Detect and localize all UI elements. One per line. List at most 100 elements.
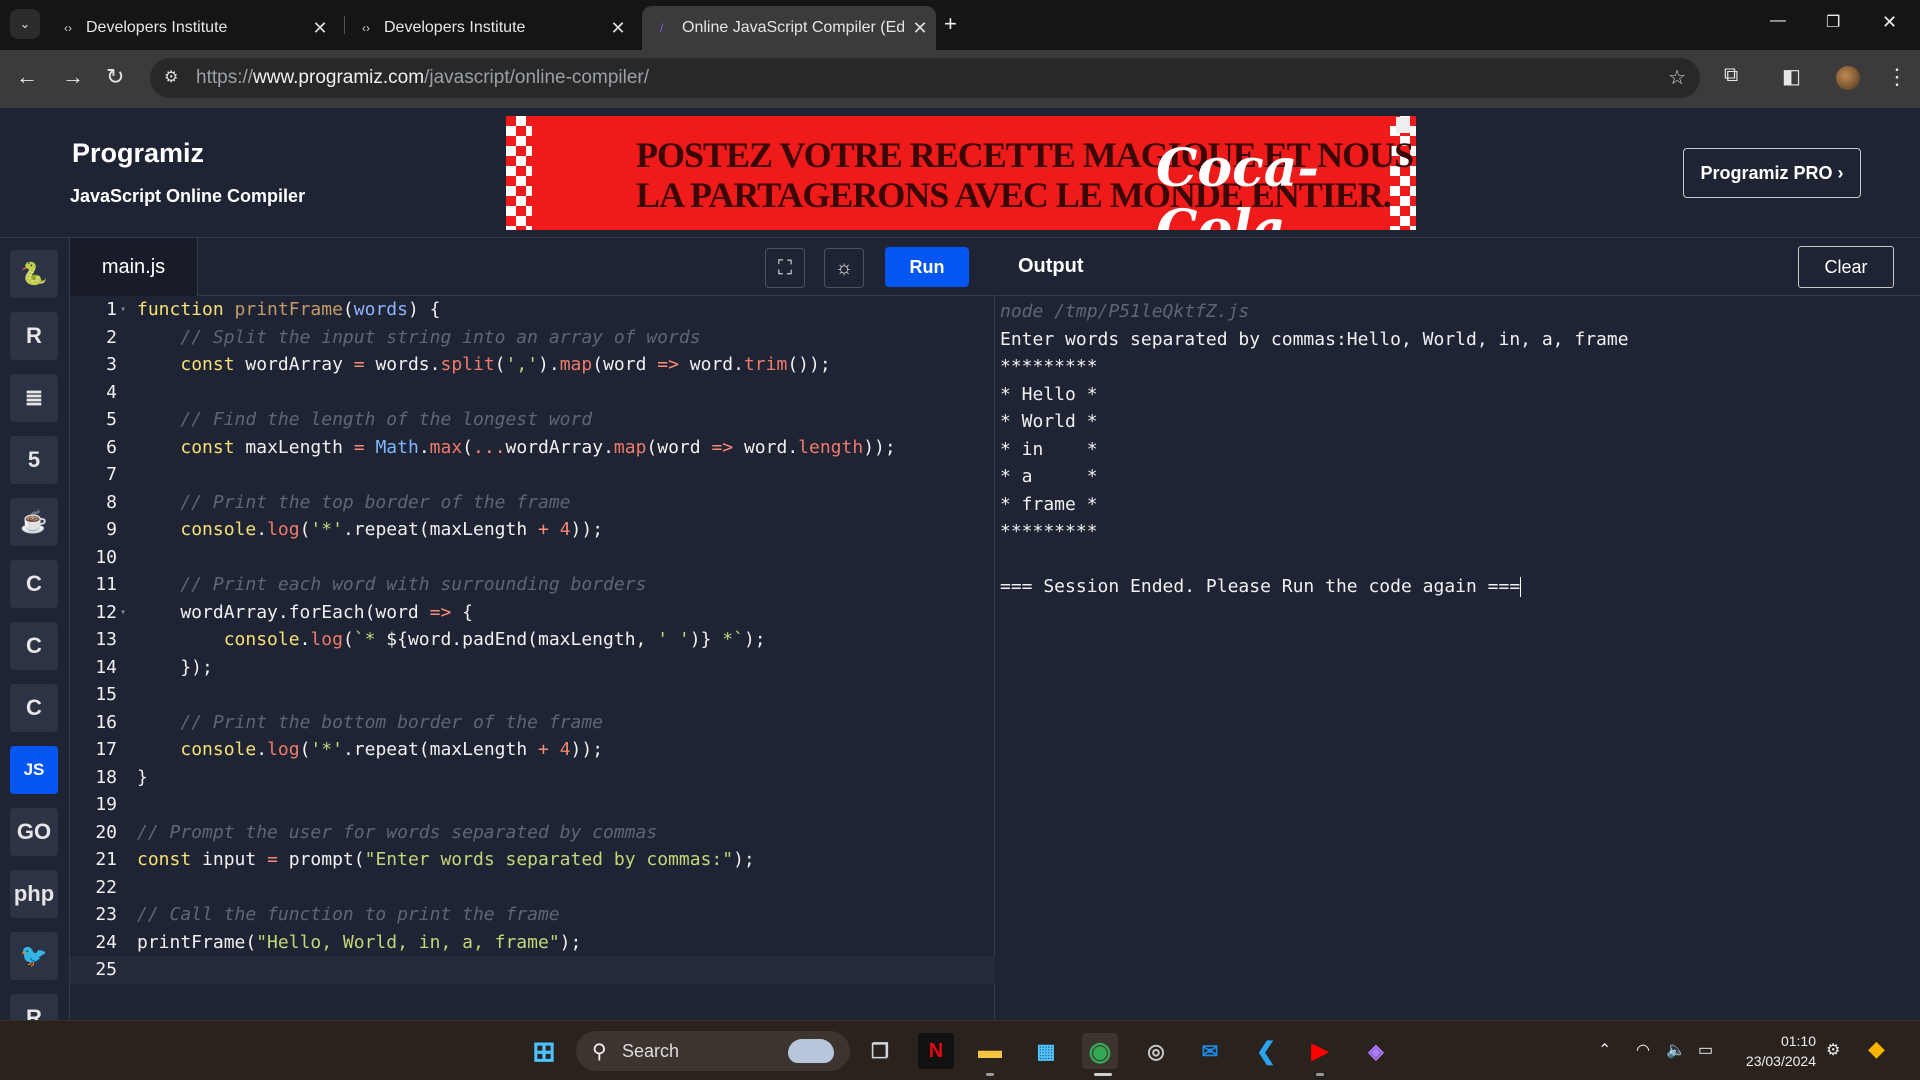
youtube-icon[interactable]: ▶ bbox=[1302, 1033, 1338, 1069]
app-icon[interactable]: ◈ bbox=[1358, 1033, 1394, 1069]
go-icon[interactable]: GO bbox=[10, 808, 58, 856]
notifications-icon[interactable]: ⚙ bbox=[1826, 1040, 1840, 1060]
code-line[interactable]: 9 console.log('*'.repeat(maxLength + 4))… bbox=[70, 516, 995, 544]
taskbar-search[interactable]: ⚲ Search bbox=[576, 1031, 850, 1071]
clock-time: 01:10 bbox=[1780, 1033, 1816, 1049]
programiz-favicon-icon: / bbox=[660, 21, 664, 35]
code-line[interactable]: 21 const input = prompt("Enter words sepa… bbox=[70, 846, 995, 874]
profile-avatar[interactable] bbox=[1836, 66, 1860, 90]
forward-icon[interactable]: → bbox=[62, 64, 84, 90]
address-bar[interactable]: ⚙ https://www.programiz.com/javascript/o… bbox=[150, 58, 1700, 98]
code-line[interactable]: 23 // Call the function to print the fram… bbox=[70, 901, 995, 929]
programiz-pro-button[interactable]: Programiz PRO › bbox=[1683, 148, 1861, 198]
bookmark-star-icon[interactable]: ☆ bbox=[1668, 65, 1686, 90]
chrome-icon[interactable]: ◉ bbox=[1082, 1033, 1118, 1069]
output-line: node /tmp/P51leQktfZ.js bbox=[1000, 301, 1250, 322]
code-line[interactable]: 22 bbox=[70, 874, 995, 902]
code-line[interactable]: 14 }); bbox=[70, 654, 995, 682]
code-line[interactable]: 18} bbox=[70, 764, 995, 792]
run-button[interactable]: Run bbox=[885, 247, 969, 287]
java-icon[interactable]: ☕ bbox=[10, 498, 58, 546]
output-line: === Session Ended. Please Run the code a… bbox=[1000, 576, 1522, 597]
rust-icon[interactable]: R bbox=[10, 994, 58, 1020]
code-line[interactable]: 3 const wordArray = words.split(',').map… bbox=[70, 351, 995, 379]
reload-icon[interactable]: ↻ bbox=[106, 64, 124, 90]
code-line[interactable]: 1 ▾ function printFrame(words) { bbox=[70, 296, 995, 324]
code-line[interactable]: 25 bbox=[70, 956, 995, 984]
side-panel-icon[interactable]: ◧ bbox=[1782, 64, 1801, 89]
code-line[interactable]: 8 // Print the top border of the frame bbox=[70, 489, 995, 517]
extensions-icon[interactable]: ⧉ bbox=[1724, 64, 1738, 87]
code-line[interactable]: 17 console.log('*'.repeat(maxLength + 4)… bbox=[70, 736, 995, 764]
javascript-icon[interactable]: JS bbox=[10, 746, 58, 794]
line-number: 8 bbox=[106, 491, 117, 513]
wifi-icon[interactable]: ◠ bbox=[1636, 1040, 1650, 1060]
page-subtitle: JavaScript Online Compiler bbox=[70, 186, 306, 206]
minimize-icon[interactable]: — bbox=[1770, 12, 1786, 30]
volume-icon[interactable]: 🔈 bbox=[1666, 1040, 1686, 1060]
output-console[interactable]: node /tmp/P51leQktfZ.js Enter words separ… bbox=[996, 296, 1920, 1020]
close-tab-icon[interactable]: ✕ bbox=[602, 18, 634, 39]
browser-tab-3-active[interactable]: / Online JavaScript Compiler (Edi ✕ bbox=[642, 6, 936, 50]
code-line[interactable]: 12 ▾ wordArray.forEach(word => { bbox=[70, 599, 995, 627]
code-line[interactable]: 19 bbox=[70, 791, 995, 819]
code-line[interactable]: 6 const maxLength = Math.max(...wordArra… bbox=[70, 434, 995, 462]
code-line[interactable]: 20 // Prompt the user for words separated… bbox=[70, 819, 995, 847]
close-tab-icon[interactable]: ✕ bbox=[904, 18, 936, 39]
site-info-icon[interactable]: ⚙ bbox=[164, 67, 178, 87]
code-line[interactable]: 11 // Print each word with surrounding b… bbox=[70, 571, 995, 599]
copilot-icon[interactable]: ◆ bbox=[1868, 1036, 1885, 1062]
swift-icon[interactable]: 🐦 bbox=[10, 932, 58, 980]
more-menu-icon[interactable]: ⋮ bbox=[1886, 64, 1908, 90]
clear-button[interactable]: Clear bbox=[1798, 246, 1894, 288]
file-explorer-icon[interactable]: ▬ bbox=[972, 1033, 1008, 1069]
c-icon[interactable]: C bbox=[10, 560, 58, 608]
code-line[interactable]: 4 bbox=[70, 379, 995, 407]
cpp-icon[interactable]: C bbox=[10, 622, 58, 670]
chevron-up-icon[interactable]: ⌃ bbox=[1598, 1040, 1611, 1060]
close-tab-icon[interactable]: ✕ bbox=[304, 18, 336, 39]
line-number: 22 bbox=[95, 876, 117, 898]
programiz-logo[interactable]: Programiz bbox=[72, 138, 204, 169]
php-icon[interactable]: php bbox=[10, 870, 58, 918]
browser-tab-2[interactable]: ‹› Developers Institute ✕ bbox=[344, 6, 634, 50]
ad-close-icon[interactable] bbox=[1396, 117, 1410, 133]
windows-start-icon[interactable]: ⊞ bbox=[526, 1033, 562, 1069]
advertisement-banner[interactable]: POSTEZ VOTRE RECETTE MAGIQUE ET NOUS LA … bbox=[506, 116, 1416, 230]
back-icon[interactable]: ← bbox=[16, 64, 38, 90]
code-line[interactable]: 13 console.log(`* ${word.padEnd(maxLengt… bbox=[70, 626, 995, 654]
taskbar-clock[interactable]: 01:10 23/03/2024 bbox=[1736, 1031, 1816, 1071]
obs-icon[interactable]: ◎ bbox=[1138, 1033, 1174, 1069]
microsoft-store-icon[interactable]: ▦ bbox=[1028, 1033, 1064, 1069]
code-line[interactable]: 2 // Split the input string into an arra… bbox=[70, 324, 995, 352]
outlook-icon[interactable]: ✉ bbox=[1192, 1033, 1228, 1069]
fold-arrow-icon[interactable]: ▾ bbox=[120, 599, 126, 627]
new-tab-icon[interactable]: + bbox=[944, 11, 957, 37]
fold-arrow-icon[interactable]: ▾ bbox=[120, 296, 126, 324]
sql-icon[interactable]: ≣ bbox=[10, 374, 58, 422]
browser-tab-1[interactable]: ‹› Developers Institute ✕ bbox=[46, 6, 336, 50]
code-line[interactable]: 15 bbox=[70, 681, 995, 709]
restore-icon[interactable]: ❐ bbox=[1826, 12, 1840, 32]
python-icon[interactable]: 🐍 bbox=[10, 250, 58, 298]
battery-icon[interactable]: ▭ bbox=[1698, 1040, 1713, 1060]
code-line[interactable]: 24 printFrame("Hello, World, in, a, frame… bbox=[70, 929, 995, 957]
chevron-down-icon: ⌄ bbox=[19, 16, 31, 31]
code-editor[interactable]: 1 ▾ function printFrame(words) {2 // Split… bbox=[70, 296, 995, 1020]
r-icon[interactable]: R bbox=[10, 312, 58, 360]
code-text: wordArray.forEach(word => { bbox=[137, 601, 473, 623]
vscode-icon[interactable]: ❮ bbox=[1248, 1033, 1284, 1069]
code-line[interactable]: 5 // Find the length of the longest word bbox=[70, 406, 995, 434]
fullscreen-icon[interactable]: ⛶ bbox=[765, 248, 805, 288]
close-window-icon[interactable]: ✕ bbox=[1882, 12, 1897, 33]
file-tab-main-js[interactable]: main.js bbox=[70, 238, 198, 296]
netflix-icon[interactable]: N bbox=[918, 1033, 954, 1069]
html-icon[interactable]: 5 bbox=[10, 436, 58, 484]
tab-search-button[interactable]: ⌄ bbox=[10, 9, 40, 39]
csharp-icon[interactable]: C bbox=[10, 684, 58, 732]
code-line[interactable]: 10 bbox=[70, 544, 995, 572]
code-line[interactable]: 16 // Print the bottom border of the fra… bbox=[70, 709, 995, 737]
code-line[interactable]: 7 bbox=[70, 461, 995, 489]
theme-toggle-sun-icon[interactable]: ☼ bbox=[824, 248, 864, 288]
task-view-icon[interactable]: ❐ bbox=[862, 1033, 898, 1069]
